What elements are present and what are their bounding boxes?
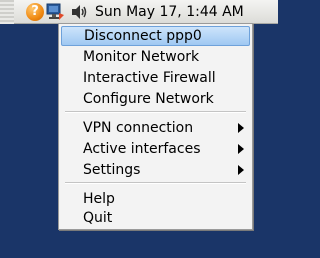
top-panel: ? Sun May 17, 1:44 AM: [0, 0, 278, 24]
menu-item-label: Quit: [83, 210, 113, 226]
help-icon[interactable]: ?: [26, 3, 44, 21]
menu-item-disconnect[interactable]: Disconnect ppp0: [61, 26, 250, 46]
submenu-arrow-icon: [238, 144, 244, 154]
menu-item-label: Configure Network: [83, 91, 214, 107]
menu-item-quit[interactable]: Quit: [61, 208, 250, 228]
menu-item-active-interfaces[interactable]: Active interfaces: [61, 139, 250, 159]
clock[interactable]: Sun May 17, 1:44 AM: [95, 3, 244, 21]
menu-item-label: VPN connection: [83, 120, 194, 136]
menu-separator: [65, 182, 246, 184]
menu-separator: [65, 111, 246, 113]
menu-item-label: Monitor Network: [83, 49, 200, 65]
menu-item-configure-network[interactable]: Configure Network: [61, 89, 250, 109]
menu-item-vpn-connection[interactable]: VPN connection: [61, 118, 250, 138]
menu-item-label: Disconnect ppp0: [84, 28, 202, 44]
menu-item-settings[interactable]: Settings: [61, 160, 250, 180]
submenu-arrow-icon: [238, 123, 244, 133]
network-applet-menu: Disconnect ppp0 Monitor Network Interact…: [58, 23, 253, 230]
submenu-arrow-icon: [238, 165, 244, 175]
menu-item-help[interactable]: Help: [61, 189, 250, 209]
menu-item-label: Help: [83, 191, 115, 207]
menu-item-label: Settings: [83, 162, 141, 178]
panel-drag-handle[interactable]: [0, 0, 14, 24]
menu-item-label: Interactive Firewall: [83, 70, 216, 86]
menu-item-label: Active interfaces: [83, 141, 201, 157]
menu-item-interactive-firewall[interactable]: Interactive Firewall: [61, 68, 250, 88]
network-icon[interactable]: [46, 3, 64, 21]
menu-item-monitor-network[interactable]: Monitor Network: [61, 47, 250, 67]
volume-icon[interactable]: [70, 3, 88, 21]
help-icon-glyph: ?: [31, 4, 39, 19]
